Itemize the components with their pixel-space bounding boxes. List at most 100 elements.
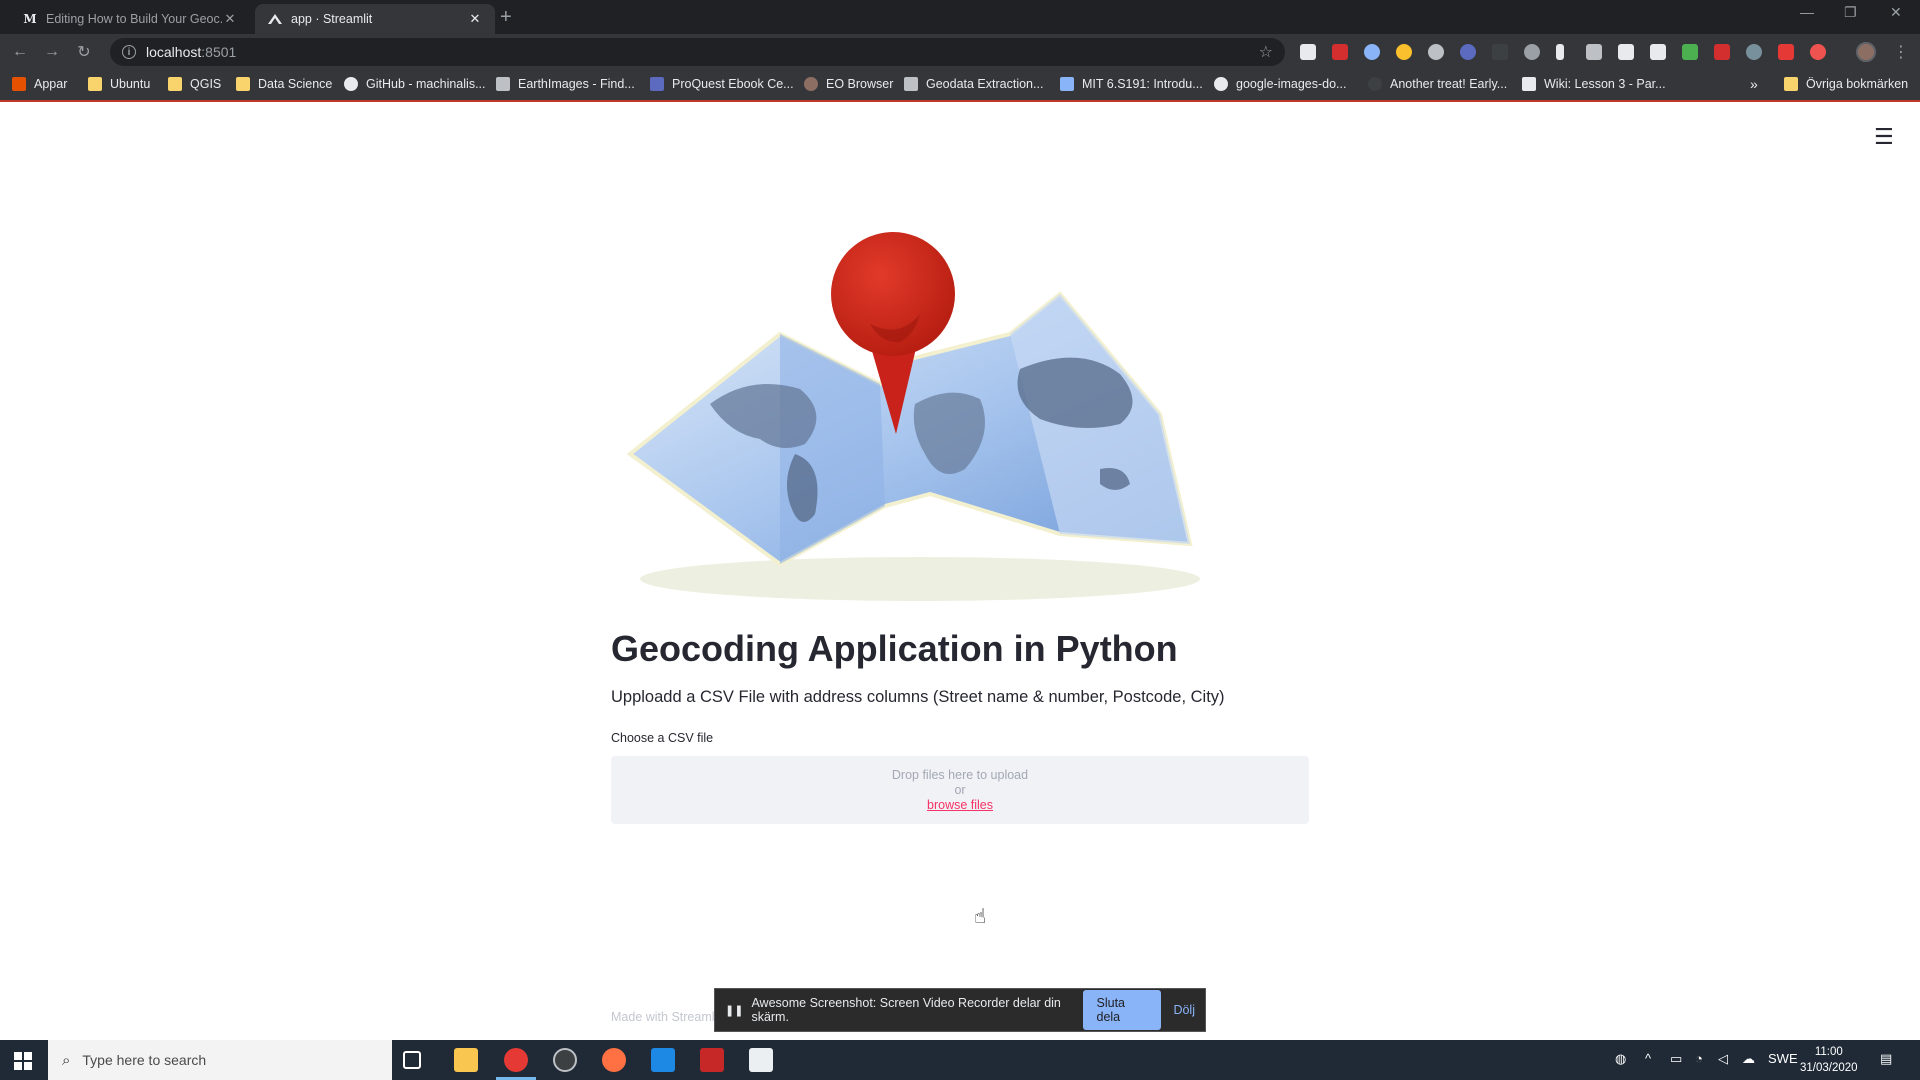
extension-camera-icon[interactable] bbox=[1586, 44, 1602, 60]
bookmark-label: Wiki: Lesson 3 - Par... bbox=[1544, 77, 1666, 91]
stop-sharing-button[interactable]: Sluta dela bbox=[1082, 990, 1162, 1030]
bookmark-ubuntu[interactable]: Ubuntu bbox=[88, 77, 150, 91]
extension-blue-icon[interactable] bbox=[1460, 44, 1476, 60]
clock-date: 31/03/2020 bbox=[1800, 1062, 1858, 1074]
task-view-icon[interactable] bbox=[403, 1051, 421, 1069]
bookmark-geodata-extraction[interactable]: Geodata Extraction... bbox=[904, 77, 1043, 91]
windows-start-icon[interactable] bbox=[14, 1052, 32, 1070]
bookmark-another-treat[interactable]: Another treat! Early... bbox=[1368, 77, 1507, 91]
file-explorer-icon[interactable] bbox=[454, 1048, 478, 1072]
bookmark-github-machinalis[interactable]: GitHub - machinalis... bbox=[344, 77, 485, 91]
restore-window-icon[interactable]: ❐ bbox=[1844, 4, 1857, 21]
bookmark-label: Another treat! Early... bbox=[1390, 77, 1508, 91]
map-pin-hero-image bbox=[626, 232, 1200, 601]
extension-chat-icon[interactable] bbox=[1524, 44, 1540, 60]
close-tab-icon[interactable]: ✕ bbox=[222, 11, 238, 27]
extension-doc-icon[interactable] bbox=[1300, 44, 1316, 60]
taskbar-clock[interactable]: 11:00 31/03/2020 bbox=[1800, 1044, 1858, 1076]
folder-icon bbox=[88, 77, 102, 91]
site-info-icon[interactable]: i bbox=[122, 45, 136, 59]
github-icon bbox=[1368, 77, 1382, 91]
extension-pin-icon[interactable] bbox=[1556, 44, 1564, 60]
app-page: ☰ Geocoding Application in Python Upploa… bbox=[0, 104, 1920, 1040]
bookmark-mit-6s191[interactable]: MIT 6.S191: Introdu... bbox=[1060, 77, 1203, 91]
folder-icon bbox=[1784, 77, 1798, 91]
windows-taskbar: ⌕ Type here to search ◍ ^ ▭ ◔ ◁ ☁ SWE 11… bbox=[0, 1040, 1920, 1080]
browser-menu-icon[interactable]: ⋮ bbox=[1893, 42, 1909, 62]
close-window-icon[interactable]: ✕ bbox=[1890, 4, 1902, 21]
photos-icon[interactable] bbox=[749, 1048, 773, 1072]
streamlit-icon bbox=[267, 11, 283, 27]
bookmark-data-science[interactable]: Data Science bbox=[236, 77, 332, 91]
footer-made-with[interactable]: Made with Streamlit bbox=[611, 1010, 721, 1024]
search-icon: ⌕ bbox=[62, 1051, 71, 1069]
notification-center-icon[interactable]: ▤ bbox=[1880, 1051, 1892, 1067]
extension-red-icon[interactable] bbox=[1778, 44, 1794, 60]
page-icon bbox=[904, 77, 918, 91]
extension-green-icon[interactable] bbox=[1682, 44, 1698, 60]
bookmark-other-bookmarks[interactable]: Övriga bokmärken bbox=[1784, 77, 1908, 91]
taskbar-search-box[interactable]: ⌕ Type here to search bbox=[48, 1040, 392, 1080]
volume-icon[interactable]: ◁ bbox=[1718, 1051, 1728, 1067]
address-host: localhost bbox=[146, 44, 202, 60]
clock-time: 11:00 bbox=[1814, 1046, 1843, 1058]
close-tab-icon[interactable]: ✕ bbox=[467, 11, 483, 27]
chrome-icon[interactable] bbox=[504, 1048, 528, 1072]
bookmark-google-images[interactable]: google-images-do... bbox=[1214, 77, 1346, 91]
share-message: Awesome Screenshot: Screen Video Recorde… bbox=[751, 996, 1061, 1024]
new-tab-button[interactable]: + bbox=[500, 6, 512, 29]
tab-medium-editor[interactable]: M Editing How to Build Your Geoc... ✕ bbox=[10, 4, 250, 34]
dropzone-text: Drop files here to upload bbox=[891, 768, 1029, 782]
bookmark-label: Geodata Extraction... bbox=[926, 77, 1044, 91]
pause-icon: ❚❚ bbox=[725, 1004, 744, 1017]
extension-plus-icon[interactable] bbox=[1332, 44, 1348, 60]
bookmarks-more-icon[interactable]: » bbox=[1750, 76, 1758, 92]
forward-icon[interactable]: → bbox=[40, 40, 64, 64]
media-player-icon[interactable] bbox=[700, 1048, 724, 1072]
bookmark-wiki-lesson[interactable]: Wiki: Lesson 3 - Par... bbox=[1522, 77, 1666, 91]
extension-globe-icon[interactable] bbox=[1364, 44, 1380, 60]
hand-cursor-icon: ☝ bbox=[974, 906, 987, 928]
extension-yellow-icon[interactable] bbox=[1396, 44, 1412, 60]
battery-icon[interactable]: ▭ bbox=[1670, 1051, 1682, 1067]
language-indicator[interactable]: SWE bbox=[1768, 1051, 1798, 1066]
qgis-icon[interactable] bbox=[553, 1048, 577, 1072]
extension-puzzle-icon[interactable] bbox=[1492, 44, 1508, 60]
file-dropzone[interactable]: Drop files here to upload or browse file… bbox=[611, 756, 1309, 824]
browse-files-link[interactable]: browse files bbox=[927, 798, 993, 812]
bookmark-appar[interactable]: Appar bbox=[12, 77, 67, 91]
bookmark-qgis[interactable]: QGIS bbox=[168, 77, 221, 91]
page-title: Geocoding Application in Python bbox=[611, 628, 1178, 669]
extension-gear-icon[interactable] bbox=[1428, 44, 1444, 60]
onedrive-icon[interactable]: ☁ bbox=[1742, 1051, 1755, 1067]
reload-icon[interactable]: ↻ bbox=[72, 40, 96, 64]
file-uploader-label: Choose a CSV file bbox=[611, 731, 714, 745]
extension-react-icon[interactable] bbox=[1746, 44, 1762, 60]
extension-gmail-icon[interactable] bbox=[1650, 44, 1666, 60]
hide-share-bar-button[interactable]: Dölj bbox=[1173, 1003, 1195, 1017]
chevron-up-icon[interactable]: ^ bbox=[1645, 1051, 1651, 1066]
profile-avatar[interactable] bbox=[1856, 42, 1876, 62]
extension-new-icon[interactable] bbox=[1618, 44, 1634, 60]
address-bar[interactable]: i localhost:8501 ☆ bbox=[110, 38, 1285, 66]
bookmark-earthimages[interactable]: EarthImages - Find... bbox=[496, 77, 635, 91]
extension-shield-icon[interactable] bbox=[1810, 44, 1826, 60]
minimize-window-icon[interactable]: — bbox=[1800, 4, 1814, 20]
tab-streamlit-app[interactable]: app · Streamlit ✕ bbox=[255, 4, 495, 34]
medium-icon: M bbox=[23, 12, 37, 26]
bookmark-star-icon[interactable]: ☆ bbox=[1259, 42, 1273, 62]
firefox-icon[interactable] bbox=[602, 1048, 626, 1072]
wifi-icon[interactable]: ◔ bbox=[1695, 1051, 1703, 1066]
bookmark-label: Övriga bokmärken bbox=[1806, 77, 1909, 91]
back-icon[interactable]: ← bbox=[8, 40, 32, 64]
browser-tabstrip: M Editing How to Build Your Geoc... ✕ ap… bbox=[0, 0, 1920, 34]
bookmark-label: google-images-do... bbox=[1236, 77, 1347, 91]
bookmark-eo-browser[interactable]: EO Browser bbox=[804, 77, 893, 91]
browser-toolbar: ← → ↻ i localhost:8501 ☆ ⋮ bbox=[0, 34, 1920, 70]
dropzone-or: or bbox=[954, 783, 966, 797]
hamburger-menu-icon[interactable]: ☰ bbox=[1874, 124, 1894, 150]
vscode-icon[interactable] bbox=[651, 1048, 675, 1072]
bookmark-proquest[interactable]: ProQuest Ebook Ce... bbox=[650, 77, 794, 91]
globe-tray-icon[interactable]: ◍ bbox=[1615, 1051, 1626, 1067]
extension-rec-icon[interactable] bbox=[1714, 44, 1730, 60]
